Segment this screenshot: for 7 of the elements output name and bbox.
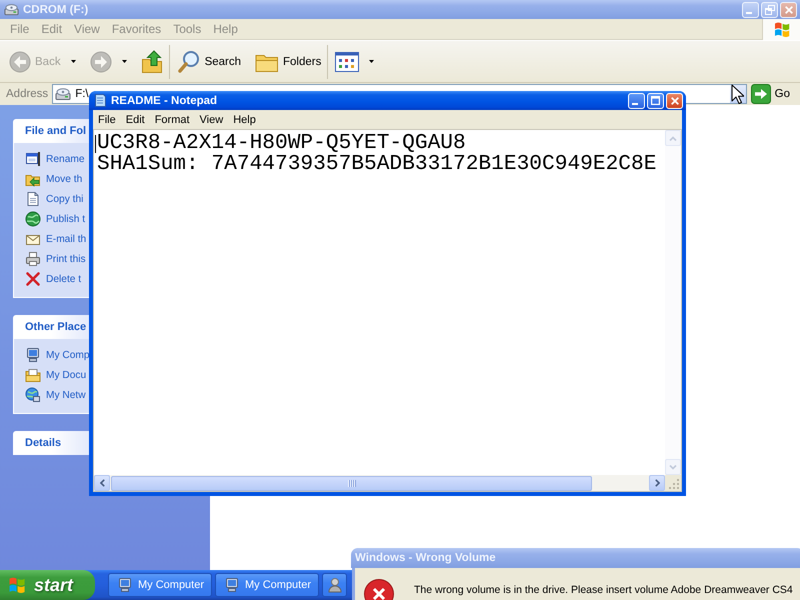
window-title: Windows - Wrong Volume [355, 552, 497, 564]
address-label: Address [6, 88, 48, 100]
dialog-message: The wrong volume is in the drive. Please insert volume Adobe Dreamweaver CS4 [414, 584, 793, 596]
text-line: SHA1Sum: 7A744739357B5ADB33172B1E30C949E2C8E [97, 154, 658, 175]
window-title: CDROM (F:) [23, 4, 90, 16]
text-line: UC3R8-A2X14-H80WP-Q5YET-QGAU8 [97, 133, 466, 154]
window-title: README - Notepad [111, 94, 218, 106]
